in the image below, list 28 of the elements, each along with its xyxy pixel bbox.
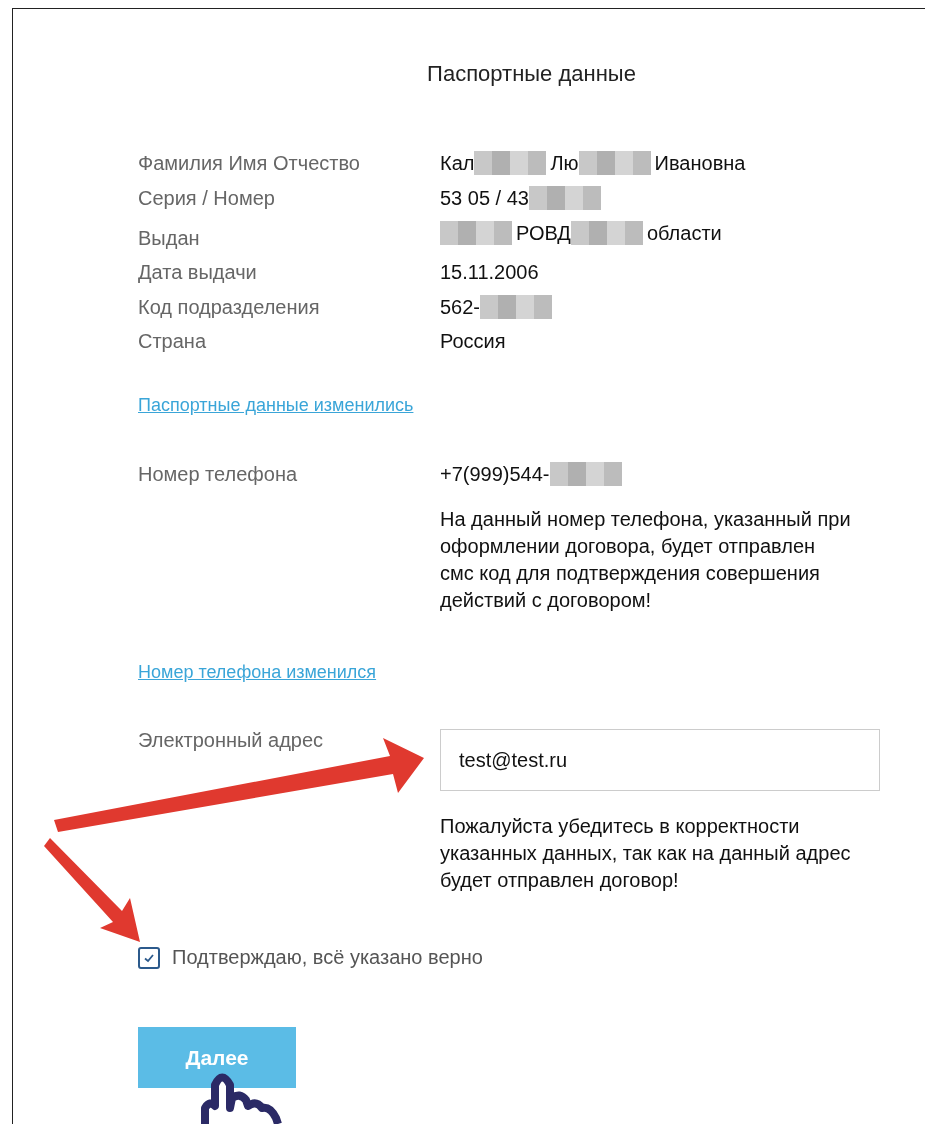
phone-changed-link[interactable]: Номер телефона изменился <box>138 662 377 683</box>
field-label: Выдан <box>138 227 201 250</box>
field-label: Электронный адрес <box>138 729 325 752</box>
field-value: РОВД <box>516 221 571 245</box>
field-label: Номер телефона <box>138 462 299 486</box>
passport-changed-link[interactable]: Паспортные данные изменились <box>138 395 414 416</box>
field-value: области <box>646 221 722 245</box>
field-value: Кал <box>440 151 475 175</box>
checkbox[interactable] <box>138 946 160 969</box>
email-field[interactable]: test@test.ru <box>440 729 880 791</box>
page-title: Паспортные данные <box>426 61 637 87</box>
field-value: 562- <box>440 295 481 319</box>
field-label: Страна <box>138 330 208 353</box>
phone-note: На данный номер телефона, указанный при оформлении договора, будет отправлен смс код для подтверждения совершения действий с договором! <box>440 507 852 613</box>
field-value: Россия <box>440 330 506 353</box>
field-value: +7(999)544- <box>440 462 550 486</box>
field-value: Ивановна <box>654 151 746 175</box>
email-note: Пожалуйста убедитесь в корректности указанных данных, так как на данный адрес будет отправлен договор! <box>440 814 852 893</box>
field-label: Серия / Номер <box>138 186 276 210</box>
field-value: 53 05 / 43 <box>440 186 529 210</box>
next-button[interactable]: Далее <box>138 1027 296 1088</box>
field-value: 15.11.2006 <box>440 261 539 284</box>
checkbox-label: Подтверждаю, всё указано верно <box>172 946 483 969</box>
field-label: Фамилия Имя Отчество <box>138 151 361 175</box>
field-label: Код подразделения <box>138 295 321 319</box>
field-value: Лю <box>550 151 579 175</box>
field-label: Дата выдачи <box>138 261 258 284</box>
redacted-block <box>440 221 512 245</box>
